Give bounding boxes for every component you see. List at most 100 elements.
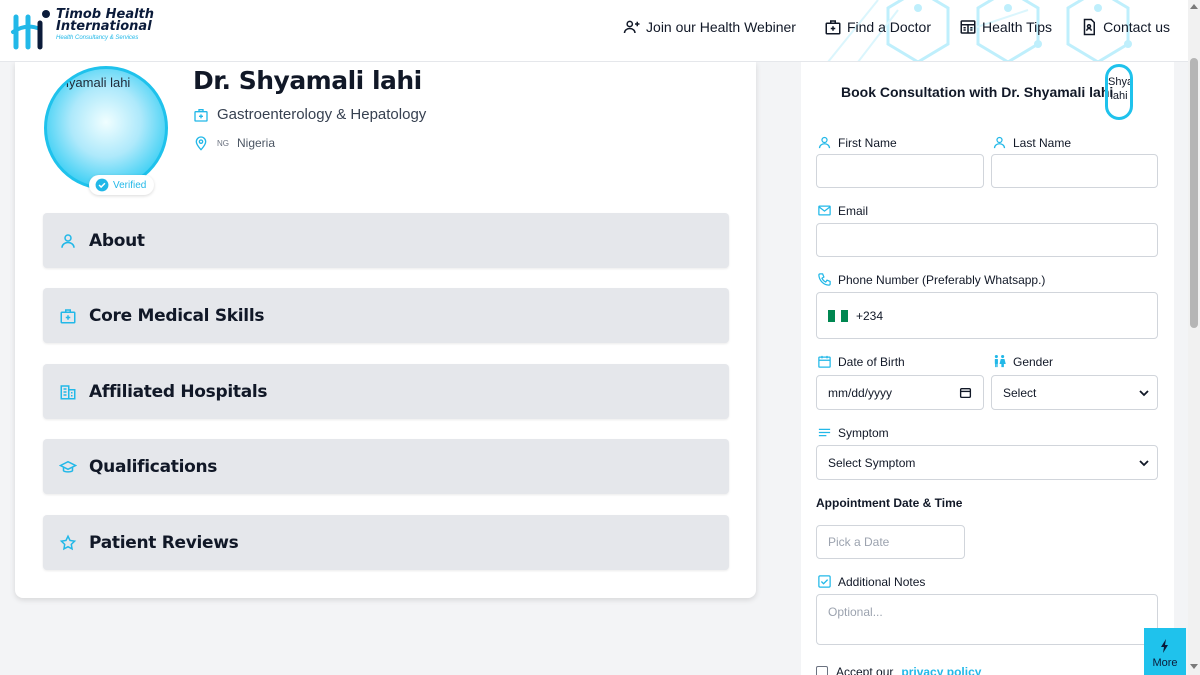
doctor-location: NG Nigeria [193,135,275,151]
specialty-text: Gastroenterology & Hepatology [217,106,427,123]
gender-select[interactable]: Select [991,375,1158,410]
doctor-specialty: Gastroenterology & Hepatology [193,106,426,123]
privacy-checkbox[interactable] [816,666,828,675]
map-pin-icon [195,136,207,151]
verified-label: Verified [113,179,147,191]
avatar-alt-text: Shyamali lahi [53,75,131,90]
notes-label: Additional Notes [817,574,925,589]
section-label: Qualifications [89,456,218,477]
privacy-policy-link[interactable]: privacy policy [901,665,981,675]
symptom-label: Symptom [817,425,889,440]
dob-input[interactable]: mm/dd/yyyy [816,375,984,410]
symptom-select[interactable]: Select Symptom [816,445,1158,480]
doctor-name: Dr. Shyamali lahi [193,66,422,95]
nav-label: Contact us [1103,19,1170,35]
site-header: Timob Health International Health Consul… [0,0,1188,62]
form-title: Book Consultation with Dr. Shyamali lahi [841,84,1114,100]
section-patient-reviews[interactable]: Patient Reviews [43,515,729,570]
label-text: First Name [838,135,897,150]
section-label: Core Medical Skills [89,305,265,326]
medical-case-icon [60,308,76,323]
phone-input[interactable]: +234 [816,292,1158,339]
section-qualifications[interactable]: Qualifications [43,439,729,494]
users-icon [623,20,640,34]
logo-text: Timob Health International Health Consul… [56,8,154,41]
last-name-label: Last Name [992,135,1071,150]
nav-contact-us[interactable]: Contact us [1080,18,1170,36]
user-icon [993,136,1006,149]
label-text: Additional Notes [838,574,926,589]
dob-label: Date of Birth [817,354,905,369]
more-button[interactable]: More [1144,628,1186,675]
nav-find-doctor[interactable]: Find a Doctor [824,18,931,36]
main-nav: Join our Health Webiner Find a Doctor He… [623,18,1170,36]
page-scrollbar[interactable] [1188,0,1200,675]
verified-check-icon [95,178,109,192]
label-text: Date of Birth [838,354,905,369]
first-name-label: First Name [817,135,897,150]
brand-name-line2: International [56,19,152,34]
nav-join-webinar[interactable]: Join our Health Webiner [623,18,796,36]
appointment-date-input[interactable]: Pick a Date [816,525,965,559]
form-doctor-avatar: Shyamali lahi [1105,64,1133,120]
nav-label: Join our Health Webiner [646,19,796,35]
section-label: Patient Reviews [89,532,239,553]
user-icon [818,136,831,149]
symptom-selected-value: Select Symptom [828,455,916,470]
scroll-down-arrow-icon[interactable] [1190,664,1198,669]
list-lines-icon [818,428,831,437]
brand-logo[interactable]: Timob Health International Health Consul… [10,8,154,53]
scroll-thumb[interactable] [1190,58,1198,328]
notes-textarea[interactable]: Optional... [816,594,1158,645]
checkbox-checked-icon [818,575,831,588]
user-icon [61,233,75,248]
phone-country-code: +234 [856,308,884,323]
scroll-up-arrow-icon[interactable] [1190,4,1198,9]
label-text: Email [838,203,869,218]
chevron-down-icon [1139,390,1149,397]
phone-label: Phone Number (Preferably Whatsapp.) [817,272,1045,287]
mail-icon [818,205,831,216]
gender-icon [994,354,1006,368]
nav-label: Find a Doctor [846,19,932,35]
label-text: Last Name [1013,135,1072,150]
lightning-icon [1161,639,1168,653]
section-core-medical-skills[interactable]: Core Medical Skills [43,288,729,343]
email-label: Email [817,203,868,218]
last-name-input[interactable] [991,154,1158,188]
nav-label: Health Tips [982,19,1053,35]
newspaper-icon [960,20,976,34]
logo-mark-icon [10,9,54,53]
verified-badge: Verified [89,175,155,195]
graduation-cap-icon [59,460,77,473]
brand-tagline: Health Consultancy & Services [56,35,139,41]
appointment-label: Appointment Date & Time [816,496,963,510]
dob-placeholder: mm/dd/yyyy [828,385,893,400]
contact-document-icon [1083,18,1096,36]
medical-case-icon [194,108,208,122]
doctor-avatar: Shyamali lahi [44,66,168,190]
gender-selected-value: Select [1003,385,1037,400]
accept-text: Accept our [836,665,894,675]
hospital-building-icon [60,384,76,399]
nav-health-tips[interactable]: Health Tips [959,18,1052,36]
chevron-down-icon [1139,460,1149,467]
nigeria-flag-icon[interactable] [828,309,849,322]
label-text: Phone Number (Preferably Whatsapp.) [838,272,1046,287]
calendar-picker-icon[interactable] [959,386,972,399]
label-text: Gender [1013,354,1054,369]
country-name: Nigeria [237,136,276,150]
section-affiliated-hospitals[interactable]: Affiliated Hospitals [43,364,729,419]
section-about[interactable]: About [43,213,729,268]
gender-label: Gender [992,354,1053,369]
section-label: Affiliated Hospitals [89,381,268,402]
label-text: Symptom [838,425,889,440]
phone-icon [818,273,831,286]
more-label: More [1152,657,1178,669]
first-name-input[interactable] [816,154,984,188]
email-input[interactable] [816,223,1158,257]
booking-form: Book Consultation with Dr. Shyamali lahi… [801,62,1174,675]
privacy-accept-row: Accept our privacy policy [816,665,981,675]
section-label: About [89,230,145,251]
country-code: NG [217,138,229,148]
